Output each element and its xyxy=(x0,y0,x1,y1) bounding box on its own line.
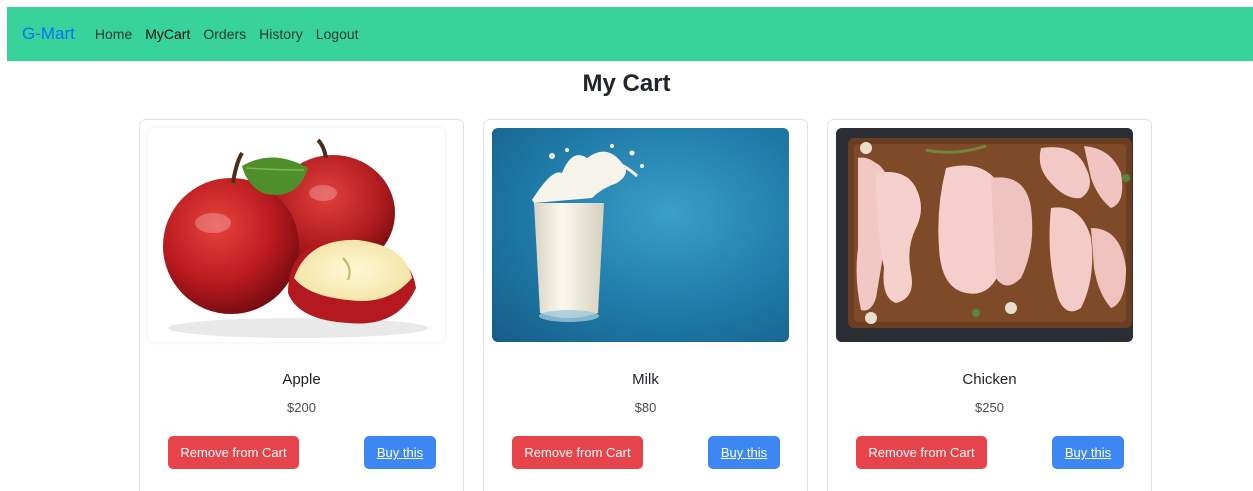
nav-link-mycart[interactable]: MyCart xyxy=(145,26,190,42)
remove-from-cart-button[interactable]: Remove from Cart xyxy=(168,436,299,469)
product-name: Milk xyxy=(632,371,659,388)
nav-link-history[interactable]: History xyxy=(259,26,303,42)
buy-this-button[interactable]: Buy this xyxy=(1052,436,1124,469)
product-image-milk xyxy=(492,128,789,342)
nav-link-logout[interactable]: Logout xyxy=(316,26,359,42)
chicken-image xyxy=(836,128,1133,342)
product-name: Apple xyxy=(282,371,321,388)
product-card-chicken: Chicken $250 Remove from Cart Buy this xyxy=(827,119,1152,491)
milk-image xyxy=(532,144,644,322)
product-name: Chicken xyxy=(962,371,1017,388)
apple-image xyxy=(163,138,428,338)
brand-logo[interactable]: G-Mart xyxy=(22,24,75,44)
nav-link-orders[interactable]: Orders xyxy=(203,26,246,42)
product-image-chicken xyxy=(836,128,1133,342)
product-card-apple: Apple $200 Remove from Cart Buy this xyxy=(139,119,464,491)
buy-this-button[interactable]: Buy this xyxy=(708,436,780,469)
product-price: $250 xyxy=(975,400,1004,415)
product-price: $80 xyxy=(634,400,657,415)
remove-from-cart-button[interactable]: Remove from Cart xyxy=(512,436,643,469)
remove-from-cart-button[interactable]: Remove from Cart xyxy=(856,436,987,469)
product-card-milk: Milk $80 Remove from Cart Buy this xyxy=(483,119,808,491)
product-price: $200 xyxy=(287,400,316,415)
buy-this-button[interactable]: Buy this xyxy=(364,436,436,469)
page-title: My Cart xyxy=(582,70,671,97)
navbar: G-Mart Home MyCart Orders History Logout xyxy=(7,7,1253,61)
page: G-Mart Home MyCart Orders History Logout… xyxy=(0,0,1253,491)
product-image-apple xyxy=(148,128,445,342)
nav-link-home[interactable]: Home xyxy=(95,26,132,42)
